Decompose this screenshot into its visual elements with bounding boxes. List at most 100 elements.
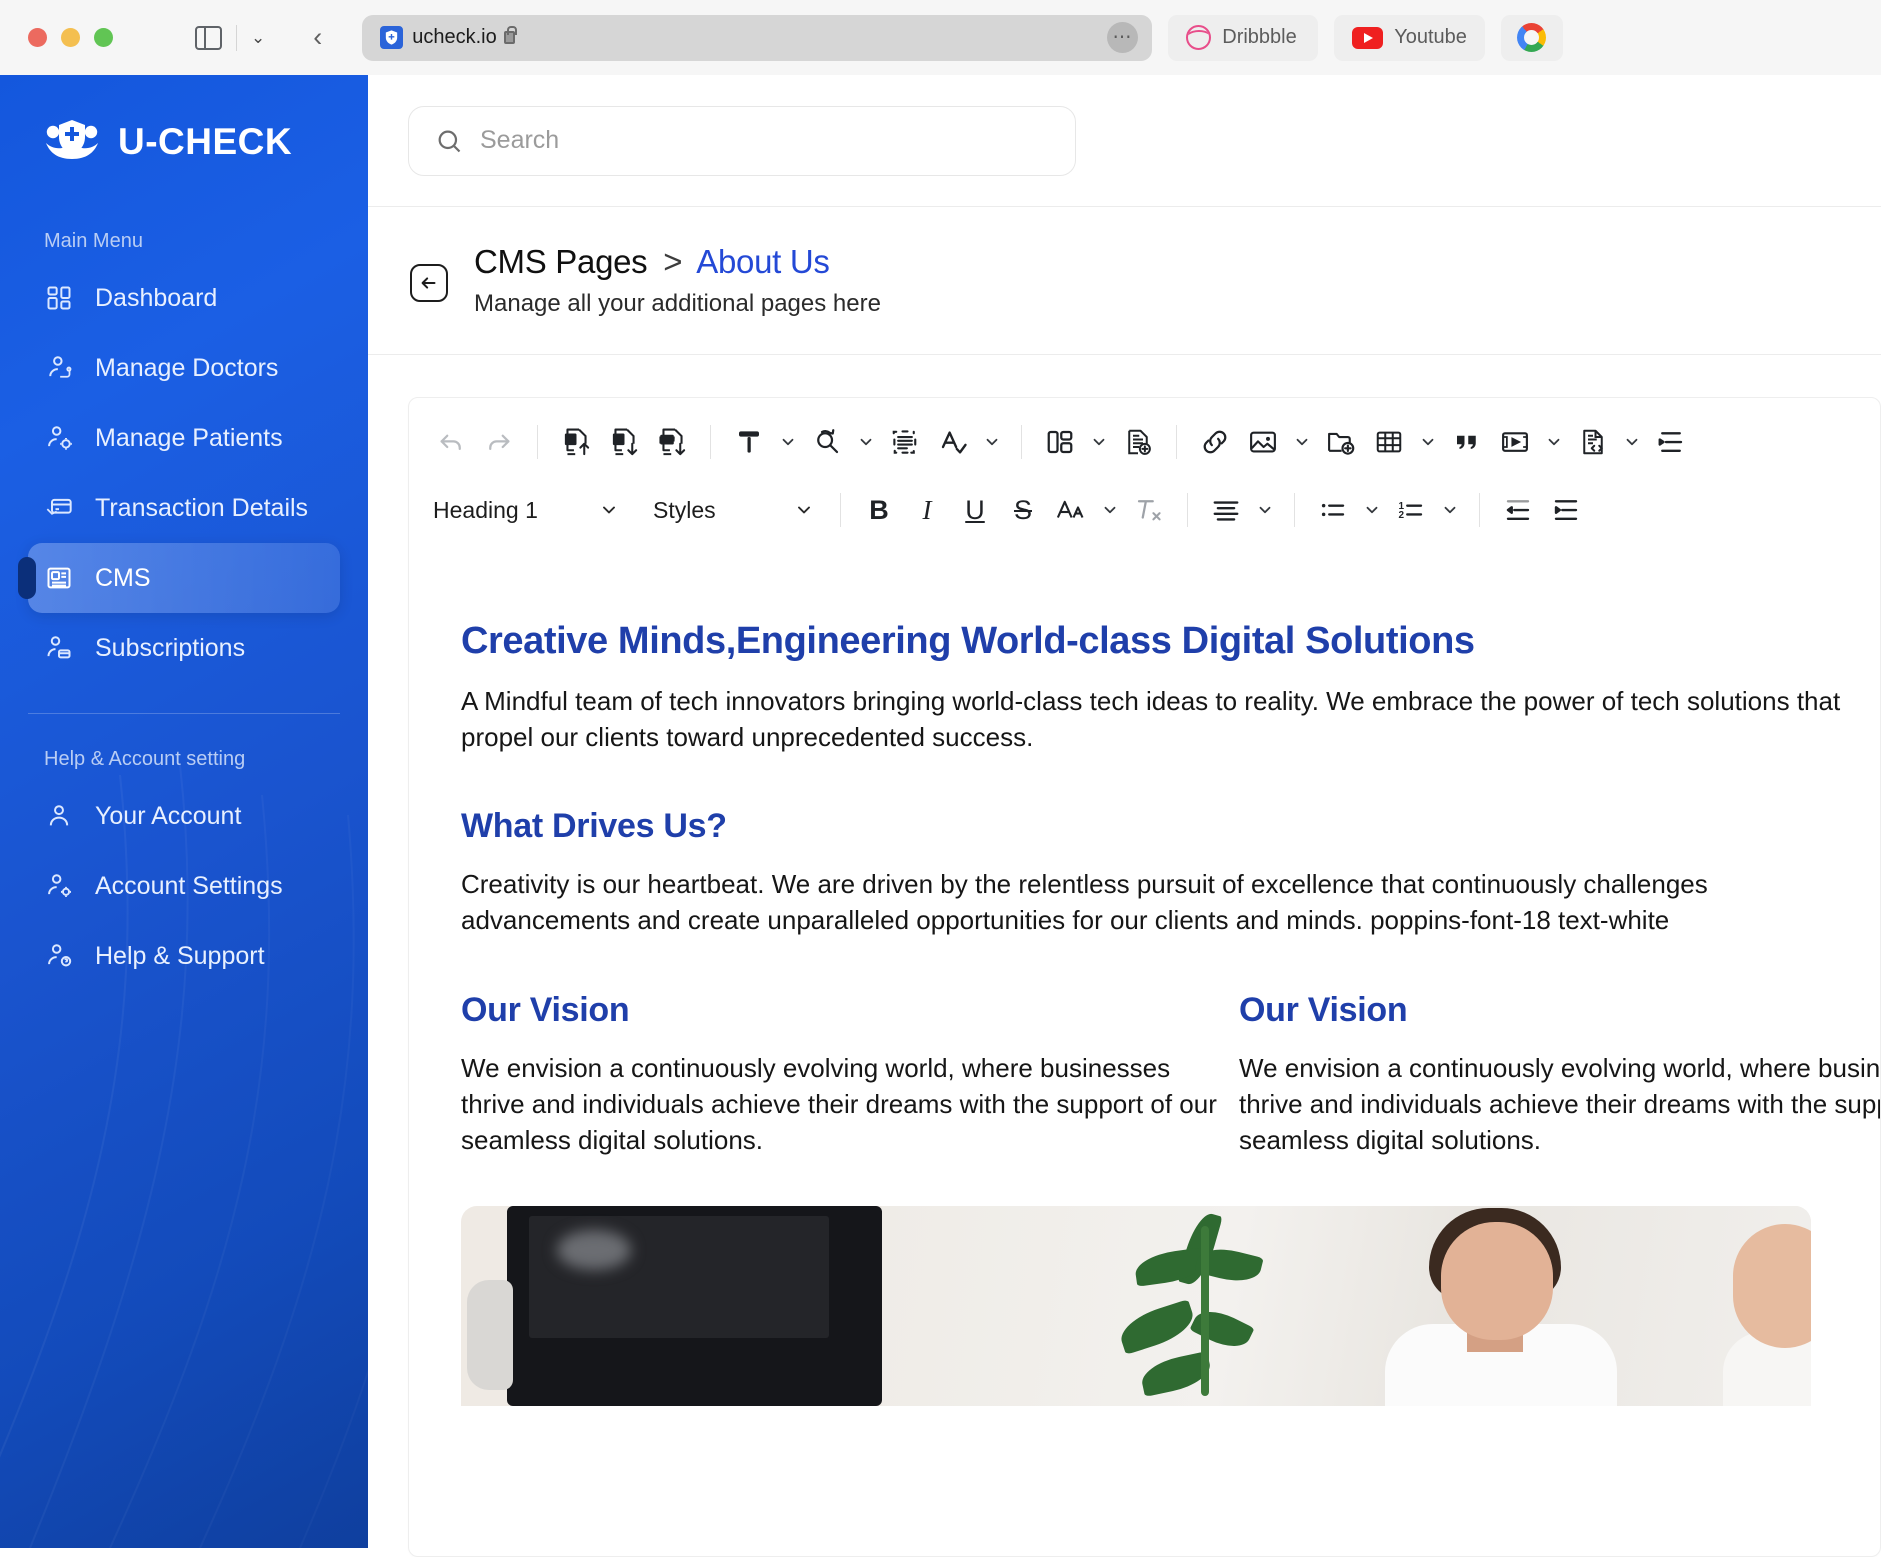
sidebar-item-subscriptions[interactable]: Subscriptions bbox=[28, 613, 340, 683]
source-editing-button[interactable] bbox=[1571, 420, 1615, 464]
bookmark-dribbble[interactable]: Dribbble bbox=[1168, 15, 1318, 61]
brand-logo[interactable]: U-CHECK bbox=[0, 75, 368, 165]
find-replace-chevron-down-icon[interactable] bbox=[853, 420, 879, 464]
lock-icon bbox=[504, 31, 515, 44]
font-size-button[interactable] bbox=[1049, 488, 1093, 532]
sidebar-item-manage-doctors[interactable]: Manage Doctors bbox=[28, 333, 340, 403]
toolbar-separator bbox=[537, 425, 538, 459]
remove-format-button[interactable] bbox=[1127, 488, 1171, 532]
page-break-button[interactable] bbox=[1649, 420, 1693, 464]
app-window: U-CHECK Main Menu Dashboard Manage Docto… bbox=[0, 75, 1881, 1548]
minimize-window-button[interactable] bbox=[61, 28, 80, 47]
app-topbar: Search bbox=[368, 75, 1881, 207]
heading-select-chevron-down-icon[interactable] bbox=[599, 500, 619, 520]
strikethrough-button[interactable]: S bbox=[1001, 488, 1045, 532]
undo-button[interactable] bbox=[429, 420, 473, 464]
bookmark-google[interactable] bbox=[1501, 15, 1563, 61]
templates-button[interactable] bbox=[1038, 420, 1082, 464]
insert-video-button[interactable] bbox=[1493, 420, 1537, 464]
bold-label: B bbox=[869, 495, 889, 526]
content-paragraph-1: A Mindful team of tech innovators bringi… bbox=[461, 683, 1880, 755]
source-editing-chevron-down-icon[interactable] bbox=[1619, 420, 1645, 464]
svg-text:W: W bbox=[614, 434, 623, 444]
sidebar-item-label: Transaction Details bbox=[95, 494, 308, 523]
content-paragraph-2: Creativity is our heartbeat. We are driv… bbox=[461, 866, 1880, 938]
heading-select[interactable]: Heading 1 bbox=[429, 488, 629, 532]
spell-check-button[interactable] bbox=[931, 420, 975, 464]
export-pdf-button[interactable]: PDF bbox=[650, 420, 694, 464]
vision-heading: Our Vision bbox=[1239, 991, 1881, 1030]
export-word-button[interactable]: W bbox=[602, 420, 646, 464]
insert-image-button[interactable] bbox=[1241, 420, 1285, 464]
sidebar-panel-icon[interactable] bbox=[195, 26, 222, 50]
content-image[interactable] bbox=[461, 1206, 1811, 1406]
styles-select[interactable]: Styles bbox=[649, 488, 824, 532]
numbered-list-button[interactable]: 1 2 bbox=[1389, 488, 1433, 532]
editor-container: W W bbox=[368, 355, 1881, 1557]
font-size-chevron-down-icon[interactable] bbox=[1097, 488, 1123, 532]
maximize-window-button[interactable] bbox=[94, 28, 113, 47]
sidebar-item-cms[interactable]: CMS bbox=[28, 543, 340, 613]
sidebar-item-help-support[interactable]: Help & Support bbox=[28, 921, 340, 991]
insert-media-folder-button[interactable] bbox=[1319, 420, 1363, 464]
insert-video-chevron-down-icon[interactable] bbox=[1541, 420, 1567, 464]
search-input[interactable]: Search bbox=[408, 106, 1076, 176]
insert-table-button[interactable] bbox=[1367, 420, 1411, 464]
breadcrumb[interactable]: CMS Pages > About Us bbox=[474, 243, 881, 281]
sidebar-item-your-account[interactable]: Your Account bbox=[28, 781, 340, 851]
sidebar-item-account-settings[interactable]: Account Settings bbox=[28, 851, 340, 921]
toolbar-separator bbox=[1021, 425, 1022, 459]
sidebar-item-dashboard[interactable]: Dashboard bbox=[28, 263, 340, 333]
text-align-chevron-down-icon[interactable] bbox=[1252, 488, 1278, 532]
breadcrumb-current: About Us bbox=[696, 243, 829, 280]
spell-check-chevron-down-icon[interactable] bbox=[979, 420, 1005, 464]
redo-button[interactable] bbox=[477, 420, 521, 464]
ellipsis-icon[interactable]: ⋯ bbox=[1107, 22, 1138, 53]
select-all-button[interactable] bbox=[883, 420, 927, 464]
browser-back-button[interactable]: ‹ bbox=[313, 24, 322, 51]
window-traffic-lights[interactable] bbox=[28, 28, 113, 47]
increase-indent-button[interactable] bbox=[1544, 488, 1588, 532]
insert-template-button[interactable] bbox=[1116, 420, 1160, 464]
bulleted-list-chevron-down-icon[interactable] bbox=[1359, 488, 1385, 532]
insert-link-button[interactable] bbox=[1193, 420, 1237, 464]
svg-text:2: 2 bbox=[1399, 510, 1405, 521]
toolbar-separator bbox=[710, 425, 711, 459]
youtube-icon bbox=[1352, 27, 1383, 49]
transaction-card-icon bbox=[44, 493, 74, 523]
insert-table-chevron-down-icon[interactable] bbox=[1415, 420, 1441, 464]
rich-text-editor[interactable]: W W bbox=[408, 397, 1881, 1557]
numbered-list-chevron-down-icon[interactable] bbox=[1437, 488, 1463, 532]
toolbar-separator bbox=[1176, 425, 1177, 459]
breadcrumb-parent[interactable]: CMS Pages bbox=[474, 243, 647, 280]
decrease-indent-button[interactable] bbox=[1496, 488, 1540, 532]
browser-sidebar-toggle[interactable]: ⌄ bbox=[195, 25, 265, 51]
chevron-down-icon[interactable]: ⌄ bbox=[251, 29, 265, 46]
bold-button[interactable]: B bbox=[857, 488, 901, 532]
sidebar-item-manage-patients[interactable]: Manage Patients bbox=[28, 403, 340, 473]
back-button[interactable] bbox=[410, 264, 448, 302]
close-window-button[interactable] bbox=[28, 28, 47, 47]
underline-button[interactable]: U bbox=[953, 488, 997, 532]
page-title-block: CMS Pages > About Us Manage all your add… bbox=[474, 243, 881, 318]
site-favicon-shield-icon bbox=[380, 26, 403, 49]
editor-canvas[interactable]: Creative Minds,Engineering World-class D… bbox=[409, 556, 1880, 1406]
format-painter-chevron-down-icon[interactable] bbox=[775, 420, 801, 464]
address-bar[interactable]: ucheck.io ⋯ bbox=[362, 15, 1152, 61]
sidebar-item-transaction-details[interactable]: Transaction Details bbox=[28, 473, 340, 543]
bulleted-list-button[interactable] bbox=[1311, 488, 1355, 532]
templates-chevron-down-icon[interactable] bbox=[1086, 420, 1112, 464]
bookmark-youtube[interactable]: Youtube bbox=[1334, 15, 1485, 61]
subscription-user-icon bbox=[44, 633, 74, 663]
format-painter-button[interactable] bbox=[727, 420, 771, 464]
block-quote-button[interactable] bbox=[1445, 420, 1489, 464]
text-align-button[interactable] bbox=[1204, 488, 1248, 532]
find-replace-button[interactable] bbox=[805, 420, 849, 464]
import-word-button[interactable]: W bbox=[554, 420, 598, 464]
styles-select-chevron-down-icon[interactable] bbox=[794, 500, 814, 520]
user-icon bbox=[44, 801, 74, 831]
insert-image-chevron-down-icon[interactable] bbox=[1289, 420, 1315, 464]
italic-button[interactable]: I bbox=[905, 488, 949, 532]
sidebar-item-label: Account Settings bbox=[95, 872, 283, 901]
breadcrumb-separator: > bbox=[663, 243, 682, 280]
